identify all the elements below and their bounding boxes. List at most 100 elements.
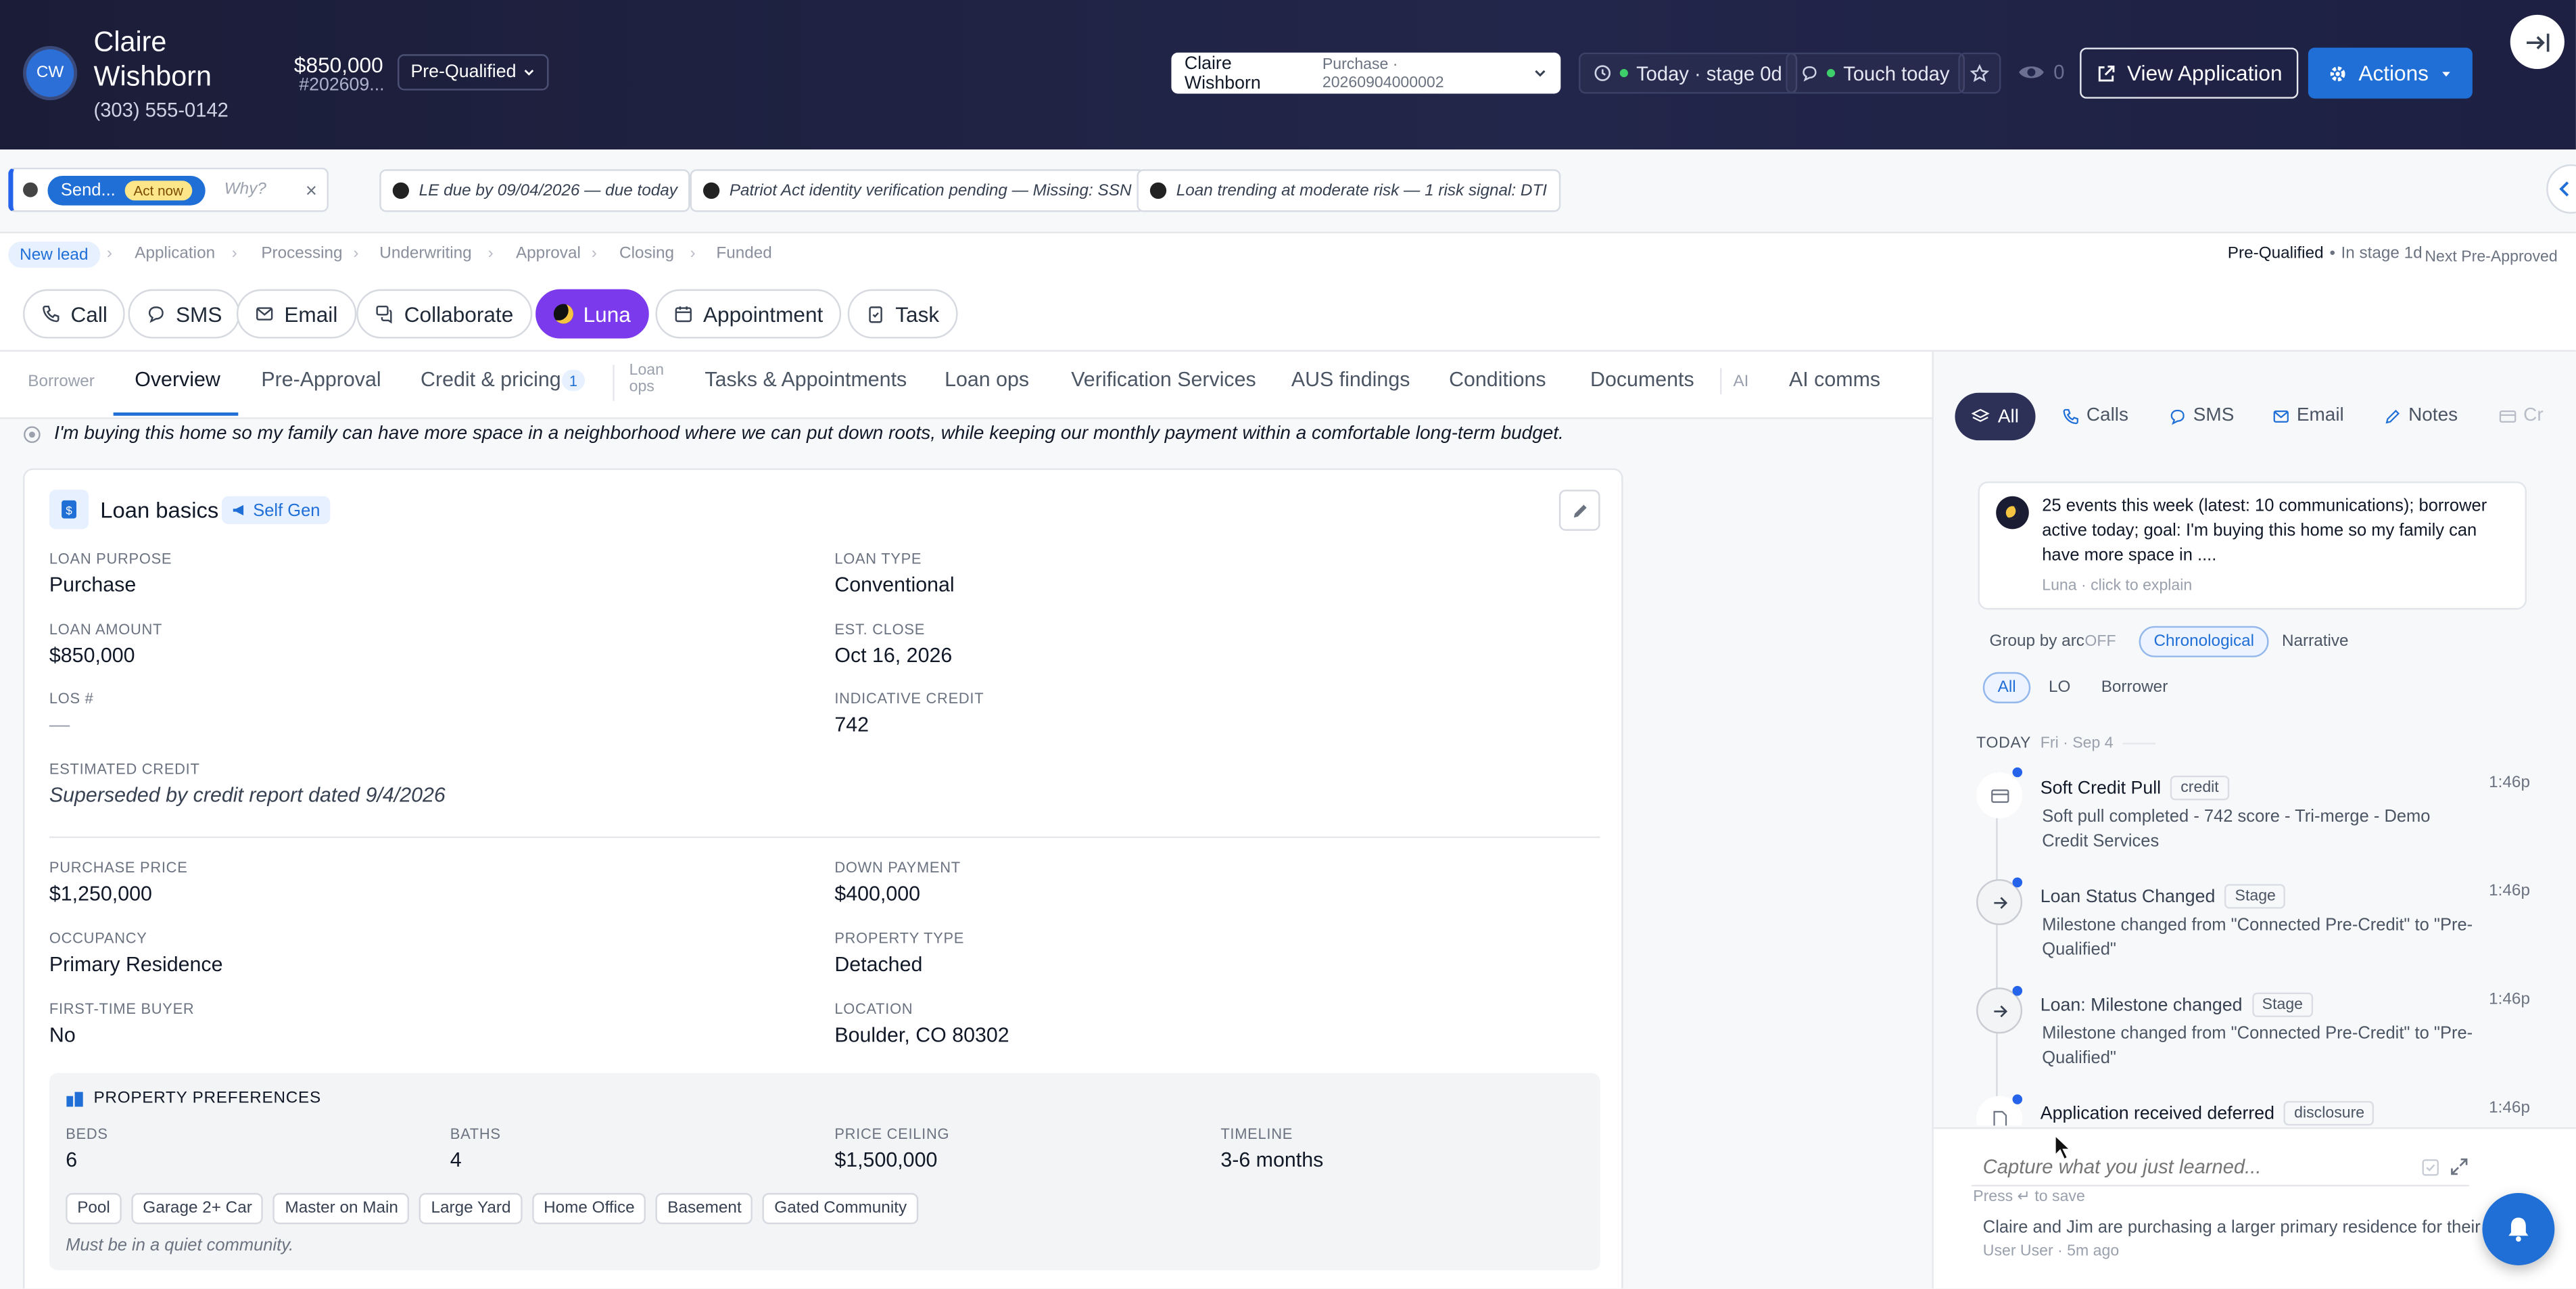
chevron-left-icon [2559,181,2569,197]
luna-summary-footer[interactable]: Luna · click to explain [2042,577,2192,595]
expand-icon[interactable] [2450,1157,2469,1177]
collapse-panel-button[interactable] [2510,14,2565,70]
alert-icon [702,182,720,200]
eye-icon [2019,66,2044,78]
status-dot [1826,69,1836,78]
call-button[interactable]: Call [23,289,126,339]
field-label: PROPERTY TYPE [834,930,965,947]
task-button[interactable]: Task [847,289,957,339]
note-preview[interactable]: Claire and Jim are purchasing a larger p… [1983,1217,2481,1237]
collaborate-button[interactable]: Collaborate [356,289,532,339]
touch-chip[interactable]: Touch today [1786,52,1965,94]
tab-ai-comms[interactable]: AI comms [1789,368,1880,391]
clipboard-icon [869,306,882,323]
borrower-name[interactable]: Claire Wishborn [93,24,241,93]
why-link[interactable]: Why? [224,181,266,199]
tab-borrower[interactable]: Borrower [28,373,95,392]
tab-ai-group: AI [1733,373,1749,392]
stage-application[interactable]: Application [135,245,215,263]
timeline-event[interactable]: Application received deferred disclosure [2041,1100,2375,1126]
tab-documents[interactable]: Documents [1590,368,1694,391]
borrower-phone[interactable]: (303) 555-0142 [93,99,228,122]
group-by-arc-toggle[interactable]: OFF [2084,632,2116,651]
stage-funded[interactable]: Funded [716,245,771,263]
stage-processing[interactable]: Processing [261,245,342,263]
luna-button[interactable]: Luna [535,289,649,339]
filter-email[interactable]: Email [2272,406,2344,425]
capture-input[interactable] [1971,1155,2406,1179]
feature-tag: Gated Community [763,1193,919,1225]
megaphone-icon [233,505,244,516]
tab-verification-services[interactable]: Verification Services [1071,368,1256,391]
tab-loan-ops[interactable]: Loan ops [945,368,1029,391]
status-label: Pre-Qualified [410,62,517,83]
timeline-event[interactable]: Loan Status Changed Stage [2041,884,2286,909]
app-header: CW Claire Wishborn (303) 555-0142 $850,0… [0,0,2576,150]
view-narrative[interactable]: Narrative [2267,626,2363,657]
notifications-button[interactable] [2482,1193,2555,1265]
actions-button[interactable]: Actions [2308,47,2473,99]
chevron-right-icon: › [690,245,696,263]
field-label: PRICE CEILING [834,1125,950,1142]
tab-aus-findings[interactable]: AUS findings [1291,368,1410,391]
send-label: Send... [60,180,116,200]
stage-underwriting[interactable]: Underwriting [379,245,471,263]
filter-calls[interactable]: Calls [2061,406,2128,425]
alert-chip-le[interactable]: LE due by 09/04/2026 — due today [379,169,691,212]
stage-approval[interactable]: Approval [516,245,581,263]
event-tag: disclosure [2284,1100,2375,1126]
property-type-value: Detached [834,953,923,977]
alert-chip-patriot[interactable]: Patriot Act identity verification pendin… [690,169,1145,212]
send-button[interactable]: Send... Act now [47,174,205,205]
tab-credit-pricing[interactable]: Credit & pricing [421,368,561,391]
avatar[interactable]: CW [26,49,74,97]
loan-type-value: Conventional [834,573,955,597]
field-label: BEDS [66,1125,108,1142]
indicative-credit-value: 742 [834,713,869,736]
loan-selector[interactable]: Claire Wishborn Purchase · 2026090400000… [1171,52,1561,94]
field-label: LOCATION [834,1000,913,1018]
view-count[interactable]: 0 [2018,61,2064,84]
tab-conditions[interactable]: Conditions [1449,368,1546,391]
filter-credit[interactable]: Cr [2499,406,2545,425]
tab-overview[interactable]: Overview [135,368,220,391]
stage-chip[interactable]: Today · stage 0d [1579,52,1797,94]
luna-summary-text: 25 events this week (latest: 10 communic… [2042,496,2487,565]
loan-number[interactable]: #202609... [299,76,384,95]
event-body: Milestone changed from "Connected Pre-Cr… [2042,1023,2473,1069]
field-label: LOAN PURPOSE [49,550,172,567]
sms-button[interactable]: SMS [128,289,241,339]
timeline-event[interactable]: Loan: Milestone changed Stage [2041,992,2313,1018]
stage-separator: • [2329,245,2335,263]
appointment-button[interactable]: Appointment [655,289,842,339]
email-button[interactable]: Email [236,289,356,339]
filter-sms[interactable]: SMS [2168,406,2234,425]
tab-pre-approval[interactable]: Pre-Approval [261,368,381,391]
close-icon[interactable]: × [306,179,317,202]
location-value: Boulder, CO 80302 [834,1023,1009,1047]
stage-closing[interactable]: Closing [619,245,674,263]
tab-tasks-appointments[interactable]: Tasks & Appointments [705,368,907,391]
active-tab-indicator [113,412,239,416]
status-dropdown[interactable]: Pre-Qualified [398,54,550,91]
view-application-button[interactable]: View Application [2080,47,2299,99]
alert-chip-risk[interactable]: Loan trending at moderate risk — 1 risk … [1137,169,1560,212]
filter-all[interactable]: All [1955,392,2036,441]
day-date: Fri · Sep 4 [2040,734,2114,753]
act-now-badge: Act now [125,180,192,200]
filter-lo[interactable]: LO [2034,672,2085,703]
filter-notes[interactable]: Notes [2384,406,2458,425]
stage-new-lead[interactable]: New lead [8,241,100,268]
phone-icon [2063,408,2078,423]
favorite-button[interactable] [1958,52,2001,94]
checkbox-icon[interactable] [2422,1158,2439,1176]
view-chronological[interactable]: Chronological [2139,626,2269,657]
edit-button[interactable] [1558,490,1600,531]
luna-icon [23,182,38,197]
phone-icon [43,305,59,323]
price-ceiling-value: $1,500,000 [834,1148,938,1172]
filter-all-events[interactable]: All [1982,672,2031,703]
view-application-label: View Application [2127,60,2283,86]
timeline-event[interactable]: Soft Credit Pull credit [2041,775,2229,801]
filter-borrower[interactable]: Borrower [2086,672,2183,703]
